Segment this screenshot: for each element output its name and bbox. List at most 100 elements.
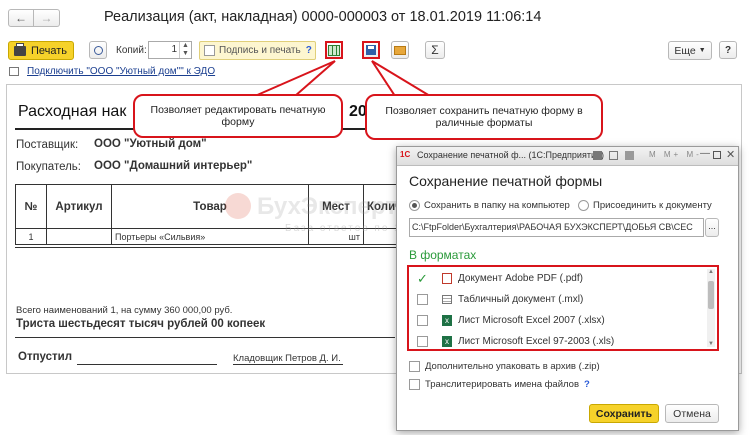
- total-line: Всего наименований 1, на сумму 360 000,0…: [16, 305, 233, 316]
- help-icon[interactable]: ?: [306, 45, 312, 56]
- scroll-up-icon[interactable]: ▲: [707, 269, 715, 275]
- save-button[interactable]: Сохранить: [589, 404, 659, 423]
- help-icon[interactable]: ?: [584, 379, 590, 390]
- watermark-owl-icon: [225, 193, 251, 219]
- table-bottom-rule: [15, 247, 425, 248]
- preview-button[interactable]: [89, 41, 107, 59]
- sum-button[interactable]: Σ: [425, 41, 445, 59]
- print-button[interactable]: Печать: [8, 41, 74, 60]
- cancel-button[interactable]: Отмена: [665, 404, 719, 423]
- supplier-label: Поставщик:: [16, 139, 79, 151]
- calc-icon[interactable]: [625, 151, 634, 160]
- printer-icon: [14, 42, 26, 56]
- excel-icon: x: [442, 314, 452, 326]
- bottom-rule: [15, 337, 395, 338]
- released-label: Отпустил: [18, 351, 73, 363]
- onec-logo-icon: 1С: [400, 150, 411, 159]
- calendar-icon[interactable]: [609, 151, 618, 160]
- edit-table-icon: [328, 44, 340, 56]
- dialog-titlebar: 1С Сохранение печатной ф... (1С:Предприя…: [397, 147, 738, 166]
- chevron-down-icon: ▼: [698, 47, 706, 54]
- nav-buttons: ← →: [8, 9, 60, 27]
- dialog-window-title: Сохранение печатной ф... (1С:Предприятие…: [417, 150, 604, 160]
- edo-link[interactable]: Подключить "ООО "Уютный дом"" к ЭДО: [27, 66, 215, 77]
- list-item[interactable]: x Лист Microsoft Excel 2007 (.xlsx): [417, 310, 605, 330]
- arrow-left-icon: ←: [15, 11, 27, 25]
- mxl-icon: [442, 294, 452, 304]
- sigma-icon: Σ: [431, 43, 439, 57]
- cell-item: Портьеры «Сильвия»: [111, 228, 309, 245]
- format-label: Лист Microsoft Excel 97-2003 (.xls): [458, 335, 615, 347]
- format-checkbox[interactable]: [417, 335, 428, 347]
- radio-attach[interactable]: [578, 200, 589, 211]
- zip-checkbox[interactable]: [409, 361, 420, 372]
- pdf-icon: [442, 272, 452, 284]
- more-label: Еще: [674, 44, 696, 57]
- back-button[interactable]: ←: [8, 9, 34, 27]
- buyer-label: Покупатель:: [16, 161, 81, 173]
- save-button-label: Сохранить: [595, 407, 653, 420]
- sign-print-toggle[interactable]: Подпись и печать ?: [199, 41, 316, 60]
- col-header: №: [15, 184, 47, 229]
- watermark-text: БухЭксперт8: [257, 193, 411, 220]
- signature-line: [77, 364, 217, 365]
- supplier-value: ООО "Уютный дом": [94, 138, 207, 150]
- cell-num: 1: [15, 228, 47, 245]
- formats-list: ✓ Документ Adobe PDF (.pdf) Табличный до…: [407, 265, 719, 351]
- storekeeper-line: [233, 364, 343, 365]
- format-checkbox[interactable]: [417, 314, 428, 326]
- formats-label: В форматах: [409, 248, 477, 262]
- scroll-thumb[interactable]: [708, 281, 714, 309]
- print-icon[interactable]: [593, 151, 602, 160]
- formats-scrollbar[interactable]: ▲ ▼: [707, 269, 715, 347]
- window-title: Реализация (акт, накладная) 0000-000003 …: [104, 9, 542, 25]
- print-label: Печать: [31, 44, 68, 57]
- translit-checkbox[interactable]: [409, 379, 420, 390]
- question-icon: ?: [724, 44, 732, 56]
- minimize-icon[interactable]: —: [700, 148, 710, 159]
- opt-folder-label: Сохранить в папку на компьютер: [424, 200, 570, 211]
- radio-folder[interactable]: [409, 200, 420, 211]
- magnifier-icon: [93, 45, 103, 55]
- list-item[interactable]: x Лист Microsoft Excel 97-2003 (.xls): [417, 331, 615, 349]
- format-label: Документ Adobe PDF (.pdf): [458, 272, 583, 284]
- copies-value: 1: [171, 44, 177, 55]
- cell-article: [46, 228, 112, 245]
- opt-attach-label: Присоединить к документу: [593, 200, 712, 211]
- save-form-button[interactable]: [362, 41, 380, 59]
- storekeeper-name: Кладовщик Петров Д. И.: [233, 353, 341, 364]
- close-icon[interactable]: ✕: [726, 148, 735, 161]
- memory-icons[interactable]: M M+ M-: [649, 150, 702, 159]
- format-label: Лист Microsoft Excel 2007 (.xlsx): [458, 314, 605, 326]
- save-dialog: 1С Сохранение печатной ф... (1С:Предприя…: [396, 146, 739, 431]
- callout-edit: Позволяет редактировать печатную форму: [133, 94, 343, 138]
- translit-option[interactable]: Транслитерировать имена файлов ?: [409, 379, 590, 390]
- edit-form-button[interactable]: [325, 41, 343, 59]
- list-item[interactable]: ✓ Документ Adobe PDF (.pdf): [417, 268, 583, 288]
- copies-input[interactable]: 1 ▲ ▼: [148, 41, 192, 59]
- copies-label: Копий:: [116, 45, 147, 56]
- opt-folder[interactable]: Сохранить в папку на компьютер: [409, 200, 570, 211]
- col-header: Артикул: [46, 184, 112, 229]
- format-checkbox[interactable]: [417, 293, 428, 305]
- path-value: C:\FtpFolder\Бухгалтерия\РАБОЧАЯ БУХЭКСП…: [412, 222, 693, 232]
- forward-button[interactable]: →: [34, 9, 60, 27]
- path-input[interactable]: C:\FtpFolder\Бухгалтерия\РАБОЧАЯ БУХЭКСП…: [409, 218, 704, 237]
- copies-stepper[interactable]: ▲ ▼: [179, 42, 191, 58]
- total-words: Триста шестьдесят тысяч рублей 00 копеек: [16, 318, 266, 330]
- edo-icon: [9, 67, 19, 76]
- browse-button[interactable]: ...: [705, 218, 719, 237]
- opt-attach[interactable]: Присоединить к документу: [578, 200, 712, 211]
- sign-print-checkbox[interactable]: [204, 45, 215, 56]
- floppy-icon: [366, 45, 376, 55]
- zip-label: Дополнительно упаковать в архив (.zip): [425, 361, 600, 372]
- help-button[interactable]: ?: [719, 41, 737, 59]
- send-email-button[interactable]: [391, 41, 409, 59]
- check-icon[interactable]: ✓: [417, 272, 428, 285]
- document-title: Расходная нак: [18, 103, 127, 120]
- maximize-icon[interactable]: [713, 151, 721, 159]
- list-item[interactable]: Табличный документ (.mxl): [417, 289, 583, 309]
- more-button[interactable]: Еще ▼: [668, 41, 712, 60]
- zip-option[interactable]: Дополнительно упаковать в архив (.zip): [409, 361, 600, 372]
- scroll-down-icon[interactable]: ▼: [707, 341, 715, 347]
